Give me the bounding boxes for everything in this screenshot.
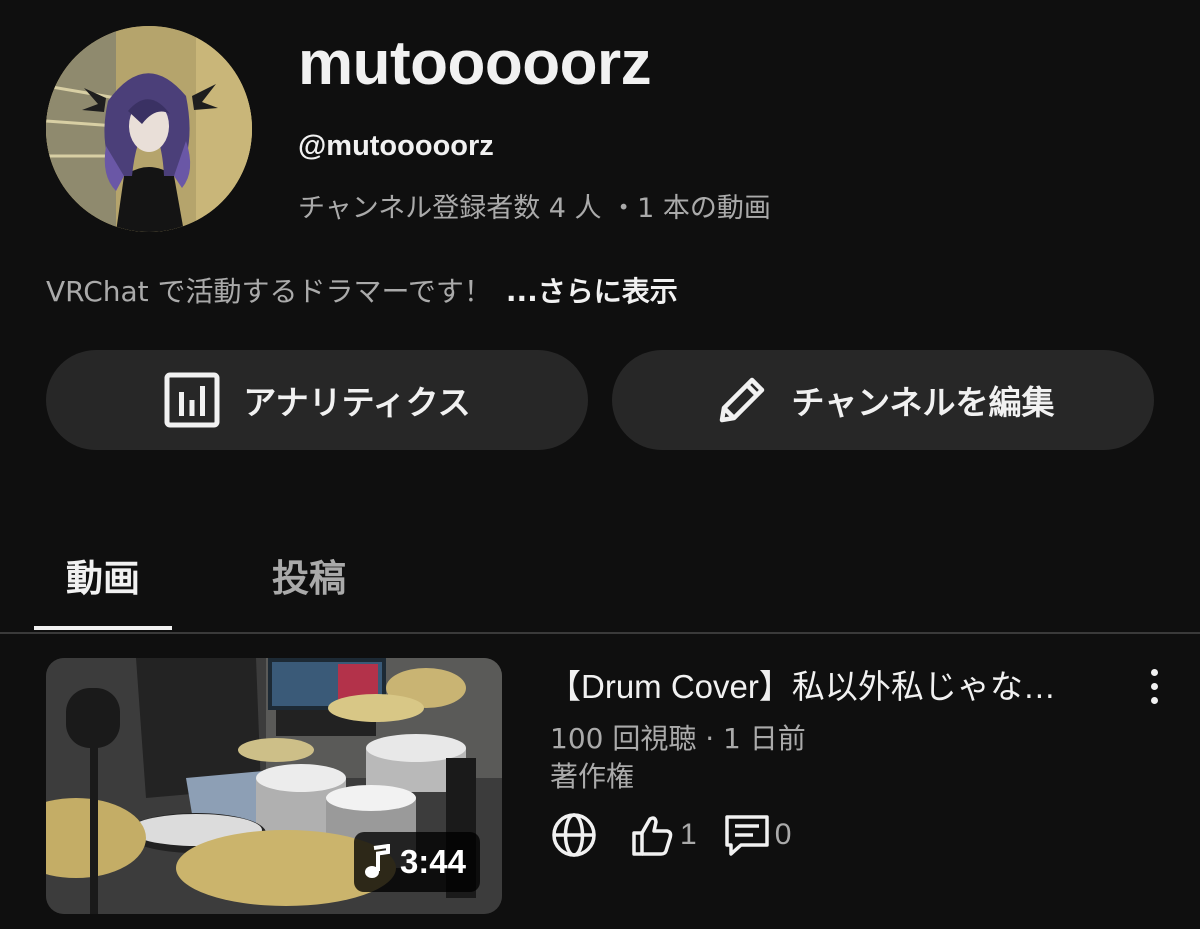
show-more-link[interactable]: ...さらに表示 bbox=[506, 275, 678, 308]
channel-name: mutooooorz bbox=[298, 29, 652, 98]
tab-posts[interactable]: 投稿 bbox=[240, 520, 378, 630]
video-status: 著作権 bbox=[550, 760, 635, 793]
duration-text: 3:44 bbox=[399, 843, 466, 880]
like-count: 1 bbox=[680, 818, 697, 851]
video-duration: 3:44 bbox=[353, 832, 480, 892]
analytics-button[interactable]: アナリティクス bbox=[46, 350, 588, 450]
channel-avatar[interactable] bbox=[46, 26, 252, 232]
analytics-icon bbox=[163, 371, 221, 429]
globe-icon[interactable] bbox=[548, 809, 600, 861]
video-title[interactable]: 【Drum Cover】私以外私じゃな… bbox=[548, 660, 1114, 708]
pencil-icon bbox=[711, 371, 769, 429]
video-menu-button[interactable] bbox=[1132, 662, 1176, 710]
edit-channel-label: チャンネルを編集 bbox=[791, 383, 1055, 422]
kebab-dot bbox=[1150, 696, 1158, 704]
channel-description-row[interactable]: VRChat で活動するドラマーです！ ...さらに表示 bbox=[46, 270, 678, 310]
channel-handle: @mutooooorz bbox=[298, 130, 494, 162]
video-meta: 100 回視聴 · 1 日前 著作権 bbox=[550, 720, 806, 796]
video-thumbnail[interactable]: 3:44 bbox=[46, 658, 502, 914]
channel-stats: チャンネル登録者数 4 人 ・1 本の動画 bbox=[298, 193, 771, 224]
comment-count: 0 bbox=[774, 818, 792, 851]
comment-icon[interactable] bbox=[721, 809, 773, 861]
video-views-age: 100 回視聴 · 1 日前 bbox=[550, 722, 806, 755]
thumbs-up-icon[interactable] bbox=[626, 809, 678, 861]
music-note-icon bbox=[362, 844, 394, 880]
tab-selected-indicator bbox=[34, 626, 172, 630]
channel-description: VRChat で活動するドラマーです！ bbox=[46, 275, 492, 308]
tabs-divider bbox=[0, 632, 1200, 634]
tab-videos[interactable]: 動画 bbox=[34, 520, 172, 630]
kebab-dot bbox=[1150, 682, 1158, 690]
channel-tabs: 動画 投稿 bbox=[0, 520, 1200, 634]
edit-channel-button[interactable]: チャンネルを編集 bbox=[612, 350, 1154, 450]
analytics-label: アナリティクス bbox=[243, 383, 471, 422]
video-stats-row: 1 0 bbox=[548, 810, 791, 860]
kebab-dot bbox=[1150, 668, 1158, 676]
